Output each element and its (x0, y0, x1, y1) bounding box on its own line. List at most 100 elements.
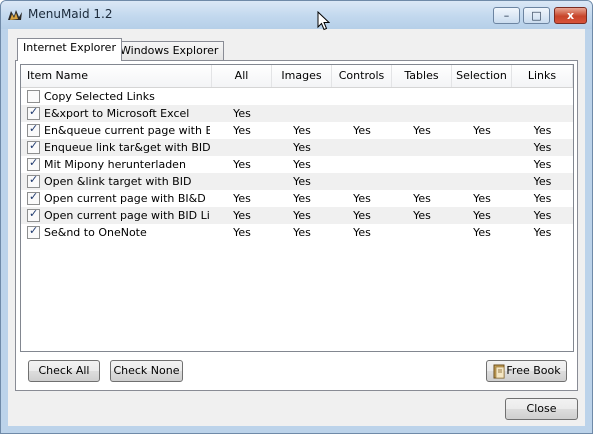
cell-all (212, 88, 272, 105)
table-row[interactable]: ✓ Open current page with BID Link... Yes Ye… (21, 207, 573, 224)
cell-selection: Yes (473, 209, 491, 222)
cell-all: Yes (233, 226, 251, 239)
checkmark-icon: ✓ (29, 156, 39, 169)
cell-tables (392, 224, 452, 241)
row-checkbox[interactable]: ✓ (27, 122, 40, 137)
cell-controls (332, 173, 392, 190)
free-book-button[interactable]: Free Book (486, 360, 567, 382)
cell-selection (452, 88, 512, 105)
cell-all: Yes (233, 124, 251, 137)
table-row[interactable]: Copy Selected Links (21, 88, 573, 105)
cell-links: Yes (533, 124, 552, 137)
cell-tables (392, 156, 452, 173)
cell-controls: Yes (353, 209, 371, 222)
tab-panel: Item Name All Images Controls Tables Sel… (15, 60, 578, 391)
cell-links: Yes (533, 158, 552, 171)
table-row[interactable]: ✓ Se&nd to OneNote Yes Yes Yes Yes Yes (21, 224, 573, 241)
cell-links: Yes (533, 226, 552, 239)
app-window: MenuMaid 1.2 – □ x Internet Explorer Win… (0, 0, 593, 434)
cell-controls: Yes (353, 192, 371, 205)
cell-controls: Yes (353, 124, 371, 137)
cell-controls: Yes (353, 226, 371, 239)
cell-links (512, 105, 573, 122)
checkmark-icon: ✓ (29, 207, 39, 220)
cell-links: Yes (533, 175, 552, 188)
cell-all (212, 139, 272, 156)
row-checkbox[interactable] (27, 90, 40, 103)
column-header-item-name[interactable]: Item Name (21, 65, 212, 87)
cell-controls (332, 88, 392, 105)
cell-controls (332, 156, 392, 173)
checkmark-icon: ✓ (29, 190, 39, 203)
cell-item-name: Mit Mipony herunterladen (44, 158, 186, 171)
cell-images: Yes (293, 141, 311, 154)
menu-items-list[interactable]: Item Name All Images Controls Tables Sel… (20, 64, 574, 352)
cell-links: Yes (533, 192, 552, 205)
column-header-all[interactable]: All (212, 65, 272, 87)
cell-tables (392, 88, 452, 105)
row-checkbox[interactable]: ✓ (27, 224, 40, 239)
column-header-links[interactable]: Links (512, 65, 573, 87)
cell-images (272, 88, 332, 105)
cell-item-name: Open current page with BID Link... (44, 209, 210, 222)
cell-item-name: Open current page with BI&D (44, 192, 206, 205)
cell-item-name: Enqueue link tar&get with BID (44, 141, 210, 154)
maximize-button[interactable]: □ (523, 7, 550, 24)
book-icon (493, 364, 505, 379)
cell-all: Yes (233, 209, 251, 222)
row-checkbox[interactable]: ✓ (27, 207, 40, 222)
table-row[interactable]: ✓ En&queue current page with BID Yes Yes Yes… (21, 122, 573, 139)
table-row[interactable]: ✓ Mit Mipony herunterladen Yes Yes Yes (21, 156, 573, 173)
close-button[interactable]: Close (505, 398, 578, 420)
cell-all: Yes (233, 192, 251, 205)
cell-selection: Yes (473, 226, 491, 239)
table-row[interactable]: ✓ Open current page with BI&D Yes Yes Yes Yes… (21, 190, 573, 207)
column-header-tables[interactable]: Tables (392, 65, 452, 87)
table-row[interactable]: ✓ Enqueue link tar&get with BID Yes Yes (21, 139, 573, 156)
cell-images: Yes (293, 226, 311, 239)
cell-selection (452, 173, 512, 190)
menumaid-icon (8, 10, 22, 20)
row-checkbox[interactable]: ✓ (27, 156, 40, 171)
cell-selection (452, 139, 512, 156)
cell-links (512, 88, 573, 105)
cell-images: Yes (293, 192, 311, 205)
cell-images (272, 105, 332, 122)
cell-selection: Yes (473, 192, 491, 205)
close-window-button[interactable]: x (554, 7, 587, 24)
table-row[interactable]: ✓ E&xport to Microsoft Excel Yes (21, 105, 573, 122)
cell-tables (392, 139, 452, 156)
cell-selection (452, 156, 512, 173)
cell-tables: Yes (413, 192, 431, 205)
column-header-selection[interactable]: Selection (452, 65, 512, 87)
cell-selection (452, 105, 512, 122)
column-header-images[interactable]: Images (272, 65, 332, 87)
checkmark-icon: ✓ (29, 224, 39, 237)
cell-tables (392, 173, 452, 190)
cell-images: Yes (293, 124, 311, 137)
close-icon: x (566, 9, 575, 22)
cell-images: Yes (293, 158, 311, 171)
row-checkbox[interactable]: ✓ (27, 105, 40, 120)
title-bar[interactable]: MenuMaid 1.2 – □ x (1, 1, 592, 29)
cell-links: Yes (533, 209, 552, 222)
tab-windows-explorer[interactable]: Windows Explorer (114, 41, 225, 61)
tab-internet-explorer[interactable]: Internet Explorer (17, 38, 122, 61)
cell-item-name: Copy Selected Links (44, 90, 155, 103)
cell-all (212, 173, 272, 190)
row-checkbox[interactable]: ✓ (27, 173, 40, 188)
minimize-button[interactable]: – (493, 7, 520, 24)
list-header: Item Name All Images Controls Tables Sel… (21, 65, 573, 88)
column-header-controls[interactable]: Controls (332, 65, 392, 87)
window-title: MenuMaid 1.2 (28, 7, 113, 21)
row-checkbox[interactable]: ✓ (27, 139, 40, 154)
check-all-button[interactable]: Check All (28, 360, 100, 382)
cell-item-name: Se&nd to OneNote (44, 226, 147, 239)
maximize-icon: □ (531, 9, 542, 22)
free-book-label: Free Book (506, 364, 561, 377)
row-checkbox[interactable]: ✓ (27, 190, 40, 205)
cell-item-name: En&queue current page with BID (44, 124, 210, 137)
table-row[interactable]: ✓ Open &link target with BID Yes Yes (21, 173, 573, 190)
check-none-button[interactable]: Check None (110, 360, 183, 382)
mouse-pointer-icon (317, 11, 330, 31)
